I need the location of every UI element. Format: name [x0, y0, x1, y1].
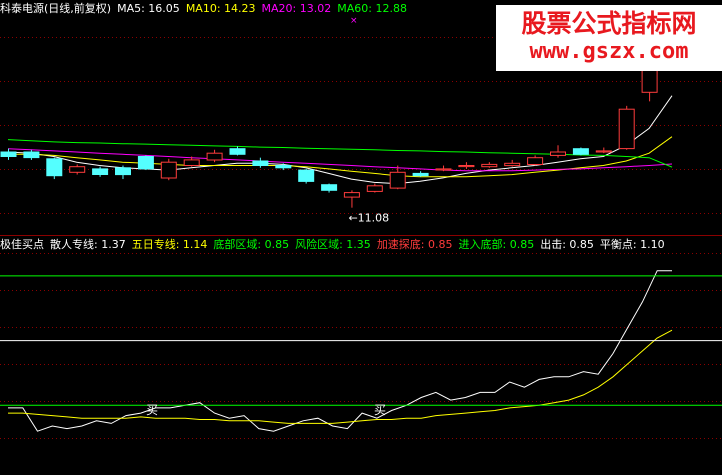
candle: [618, 105, 635, 150]
stock-title: 科泰电源(日线,前复权): [0, 2, 112, 15]
candle: [458, 162, 475, 169]
candle: [206, 149, 223, 163]
candle-body: [298, 169, 315, 182]
buy-marker: 买: [374, 403, 386, 417]
candle-body: [504, 162, 521, 167]
candle-body: [366, 185, 383, 192]
candle: [252, 157, 269, 168]
watermark-logo: 股票公式指标网 www.gszx.com: [496, 5, 722, 71]
sub-legend-6: 出击: 0.85: [540, 238, 594, 251]
candle-body: [321, 184, 338, 191]
sub-indicator-list: 散人专线: 1.37 五日专线: 1.14 底部区域: 0.85 风险区域: 1.35…: [50, 238, 671, 251]
candle-body: [481, 163, 498, 168]
candle: [92, 166, 109, 177]
candle: [46, 157, 63, 180]
main-indicator-list: MA5: 16.05 MA10: 14.23 MA20: 13.02 MA60: 12…: [117, 2, 413, 15]
candle-body: [92, 168, 109, 175]
candle-body: [115, 167, 131, 176]
candle: [229, 146, 246, 156]
watermark-title: 股票公式指标网: [521, 9, 697, 38]
candle: [115, 165, 131, 180]
candle-body: [23, 151, 40, 159]
candle-body: [412, 172, 429, 177]
stock-chart-window: ←11.08 × 买买 科泰电源(日线,前复权) MA5: 16.05 MA10: 1…: [0, 0, 722, 475]
sub-legend-2: 底部区域: 0.85: [213, 238, 290, 251]
candle: [160, 158, 177, 181]
main-panel-header: 科泰电源(日线,前复权) MA5: 16.05 MA10: 14.23 MA20: 1…: [0, 2, 419, 15]
indicator-line-散人专线: [8, 270, 672, 432]
candle: [572, 147, 589, 156]
indicator-line-五日专线: [8, 329, 673, 424]
candle: [23, 149, 40, 160]
candle: [435, 165, 452, 172]
sub-legend-0: 散人专线: 1.37: [50, 238, 126, 251]
candle-body: [46, 158, 63, 177]
indicator-panel: 买买: [0, 270, 722, 432]
top-marker: ×: [350, 16, 358, 26]
ma-legend-1: MA10: 14.23: [185, 2, 256, 15]
sub-legend-4: 加速探底: 0.85: [376, 238, 453, 251]
candle: [137, 155, 154, 171]
candle-body: [572, 148, 589, 155]
candle-body: [343, 192, 360, 198]
candle: [343, 190, 360, 208]
ma-legend-2: MA20: 13.02: [261, 2, 332, 15]
candle: [298, 168, 315, 184]
candle-body: [435, 168, 452, 171]
candle-body: [550, 151, 566, 156]
candle-body: [229, 148, 246, 155]
low-price-marker: ←11.08: [348, 212, 389, 225]
candle: [481, 162, 498, 168]
ma-legend-3: MA60: 12.88: [337, 2, 407, 15]
candle-body: [69, 166, 86, 173]
sub-legend-1: 五日专线: 1.14: [131, 238, 208, 251]
candle-body: [160, 161, 177, 179]
candle: [550, 145, 566, 158]
candle: [366, 183, 383, 193]
candle: [412, 171, 429, 177]
candle-body: [183, 159, 200, 166]
candle: [595, 147, 612, 154]
candle-body: [527, 157, 544, 165]
indicator-title: 极佳买点: [0, 238, 44, 251]
sub-legend-5: 进入底部: 0.85: [458, 238, 535, 251]
candle-body: [458, 165, 475, 168]
sub-legend-7: 平衡点: 1.10: [599, 238, 665, 251]
candle: [527, 155, 544, 166]
candle-body: [0, 151, 17, 157]
buy-marker: 买: [146, 403, 158, 417]
candle: [69, 164, 86, 175]
candle-body: [389, 171, 406, 189]
candle-body: [137, 156, 154, 170]
candle: [0, 148, 17, 160]
candle-body: [206, 152, 223, 161]
sub-legend-3: 风险区域: 1.35: [295, 238, 371, 251]
sub-panel-header: 极佳买点 散人专线: 1.37 五日专线: 1.14 底部区域: 0.85 风险区域: …: [0, 238, 677, 251]
candle-body: [275, 165, 292, 169]
candle: [504, 159, 521, 167]
ma-legend-0: MA5: 16.05: [117, 2, 180, 15]
candle-body: [618, 108, 635, 150]
candle: [321, 183, 338, 193]
watermark-url: www.gszx.com: [529, 39, 689, 64]
candle-body: [595, 150, 612, 153]
candle-body: [252, 160, 269, 166]
